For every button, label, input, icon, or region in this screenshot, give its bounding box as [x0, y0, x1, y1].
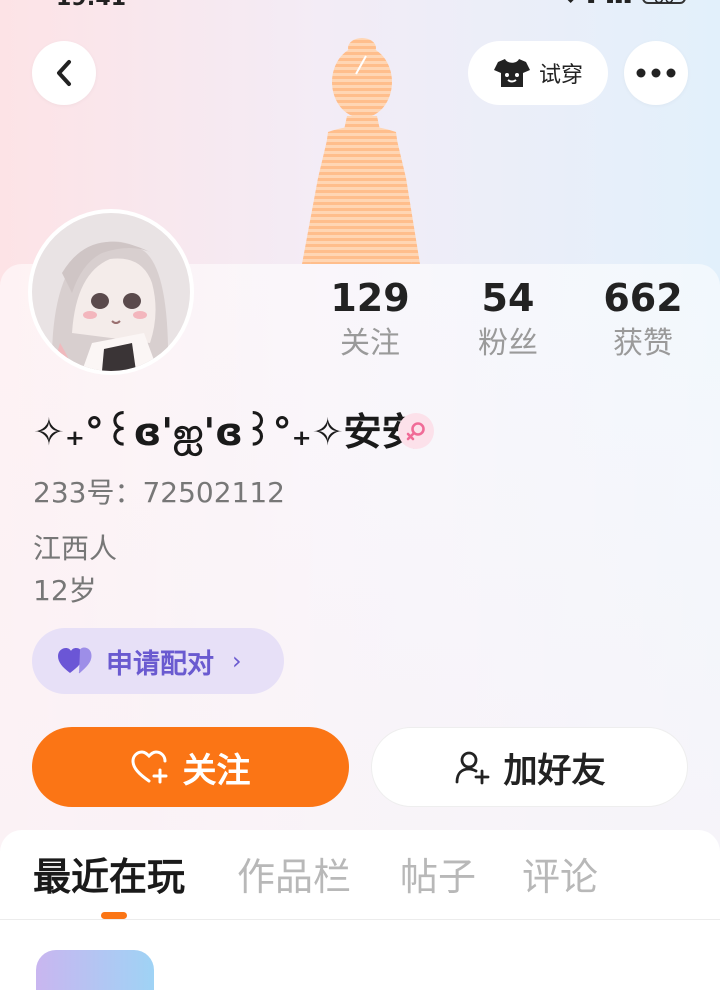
tab-works[interactable]: 作品栏 [237, 852, 351, 902]
heart-plus-icon [130, 750, 167, 784]
profile-stats: 129 关注 54 粉丝 662 获赞 [300, 276, 720, 376]
stat-following[interactable]: 129 关注 [300, 276, 440, 362]
avatar[interactable] [32, 213, 190, 371]
back-button[interactable] [32, 41, 96, 105]
more-button[interactable] [624, 41, 688, 105]
try-on-label: 试穿 [538, 63, 583, 88]
tab-posts[interactable]: 帖子 [400, 852, 476, 902]
stat-value: 54 [481, 276, 535, 320]
avatar-image [32, 213, 190, 371]
stat-followers[interactable]: 54 粉丝 [438, 276, 578, 362]
add-friend-button[interactable]: 加好友 [371, 727, 688, 807]
add-user-icon [455, 751, 489, 785]
try-on-button[interactable]: 试穿 [468, 41, 608, 105]
battery-icon: 86 [642, 0, 686, 5]
chevron-left-icon [57, 60, 71, 86]
tabs-divider [0, 919, 720, 920]
status-time: 19:41 [56, 0, 126, 11]
female-icon [406, 422, 425, 441]
status-bar: 19:41 ◆ ▮ ▮▮▮ 86 [0, 0, 720, 11]
avatar-figure [302, 38, 420, 264]
stat-label: 粉丝 [478, 326, 538, 361]
stat-likes[interactable]: 662 获赞 [573, 276, 713, 362]
apply-pair-button[interactable]: 申请配对 › [32, 628, 284, 694]
tab-comments[interactable]: 评论 [522, 852, 598, 902]
follow-button[interactable]: 关注 [32, 727, 349, 807]
user-id: 233号：72502112 [33, 476, 285, 509]
stat-value: 129 [330, 276, 410, 320]
apply-pair-label: 申请配对 [106, 648, 214, 680]
stat-value: 662 [603, 276, 683, 320]
username: ✧₊°꒰ɞ'ஐ'ɞ꒱°₊✧安安 [33, 410, 420, 454]
age: 12岁 [33, 574, 97, 607]
signal-icon: ▮▮▮ [606, 0, 632, 5]
stat-label: 关注 [340, 326, 400, 361]
active-tab-indicator [101, 912, 127, 919]
stat-label: 获赞 [613, 326, 673, 361]
tab-recently-played[interactable]: 最近在玩 [33, 852, 185, 902]
hometown: 江西人 [33, 532, 118, 565]
more-dots-icon [636, 68, 676, 78]
heart-icon [58, 647, 92, 674]
hd-icon: ▮ [587, 0, 596, 5]
game-thumbnail[interactable] [36, 950, 154, 990]
gender-badge [398, 413, 434, 449]
content-tabs-panel: 最近在玩 作品栏 帖子 评论 [0, 830, 720, 990]
system-icons: ◆ ▮ ▮▮▮ 86 [564, 0, 686, 5]
tshirt-icon [493, 59, 530, 87]
follow-label: 关注 [182, 750, 251, 791]
wifi-icon: ◆ [564, 0, 576, 5]
chevron-right-icon: › [232, 647, 242, 675]
add-friend-label: 加好友 [503, 750, 606, 791]
